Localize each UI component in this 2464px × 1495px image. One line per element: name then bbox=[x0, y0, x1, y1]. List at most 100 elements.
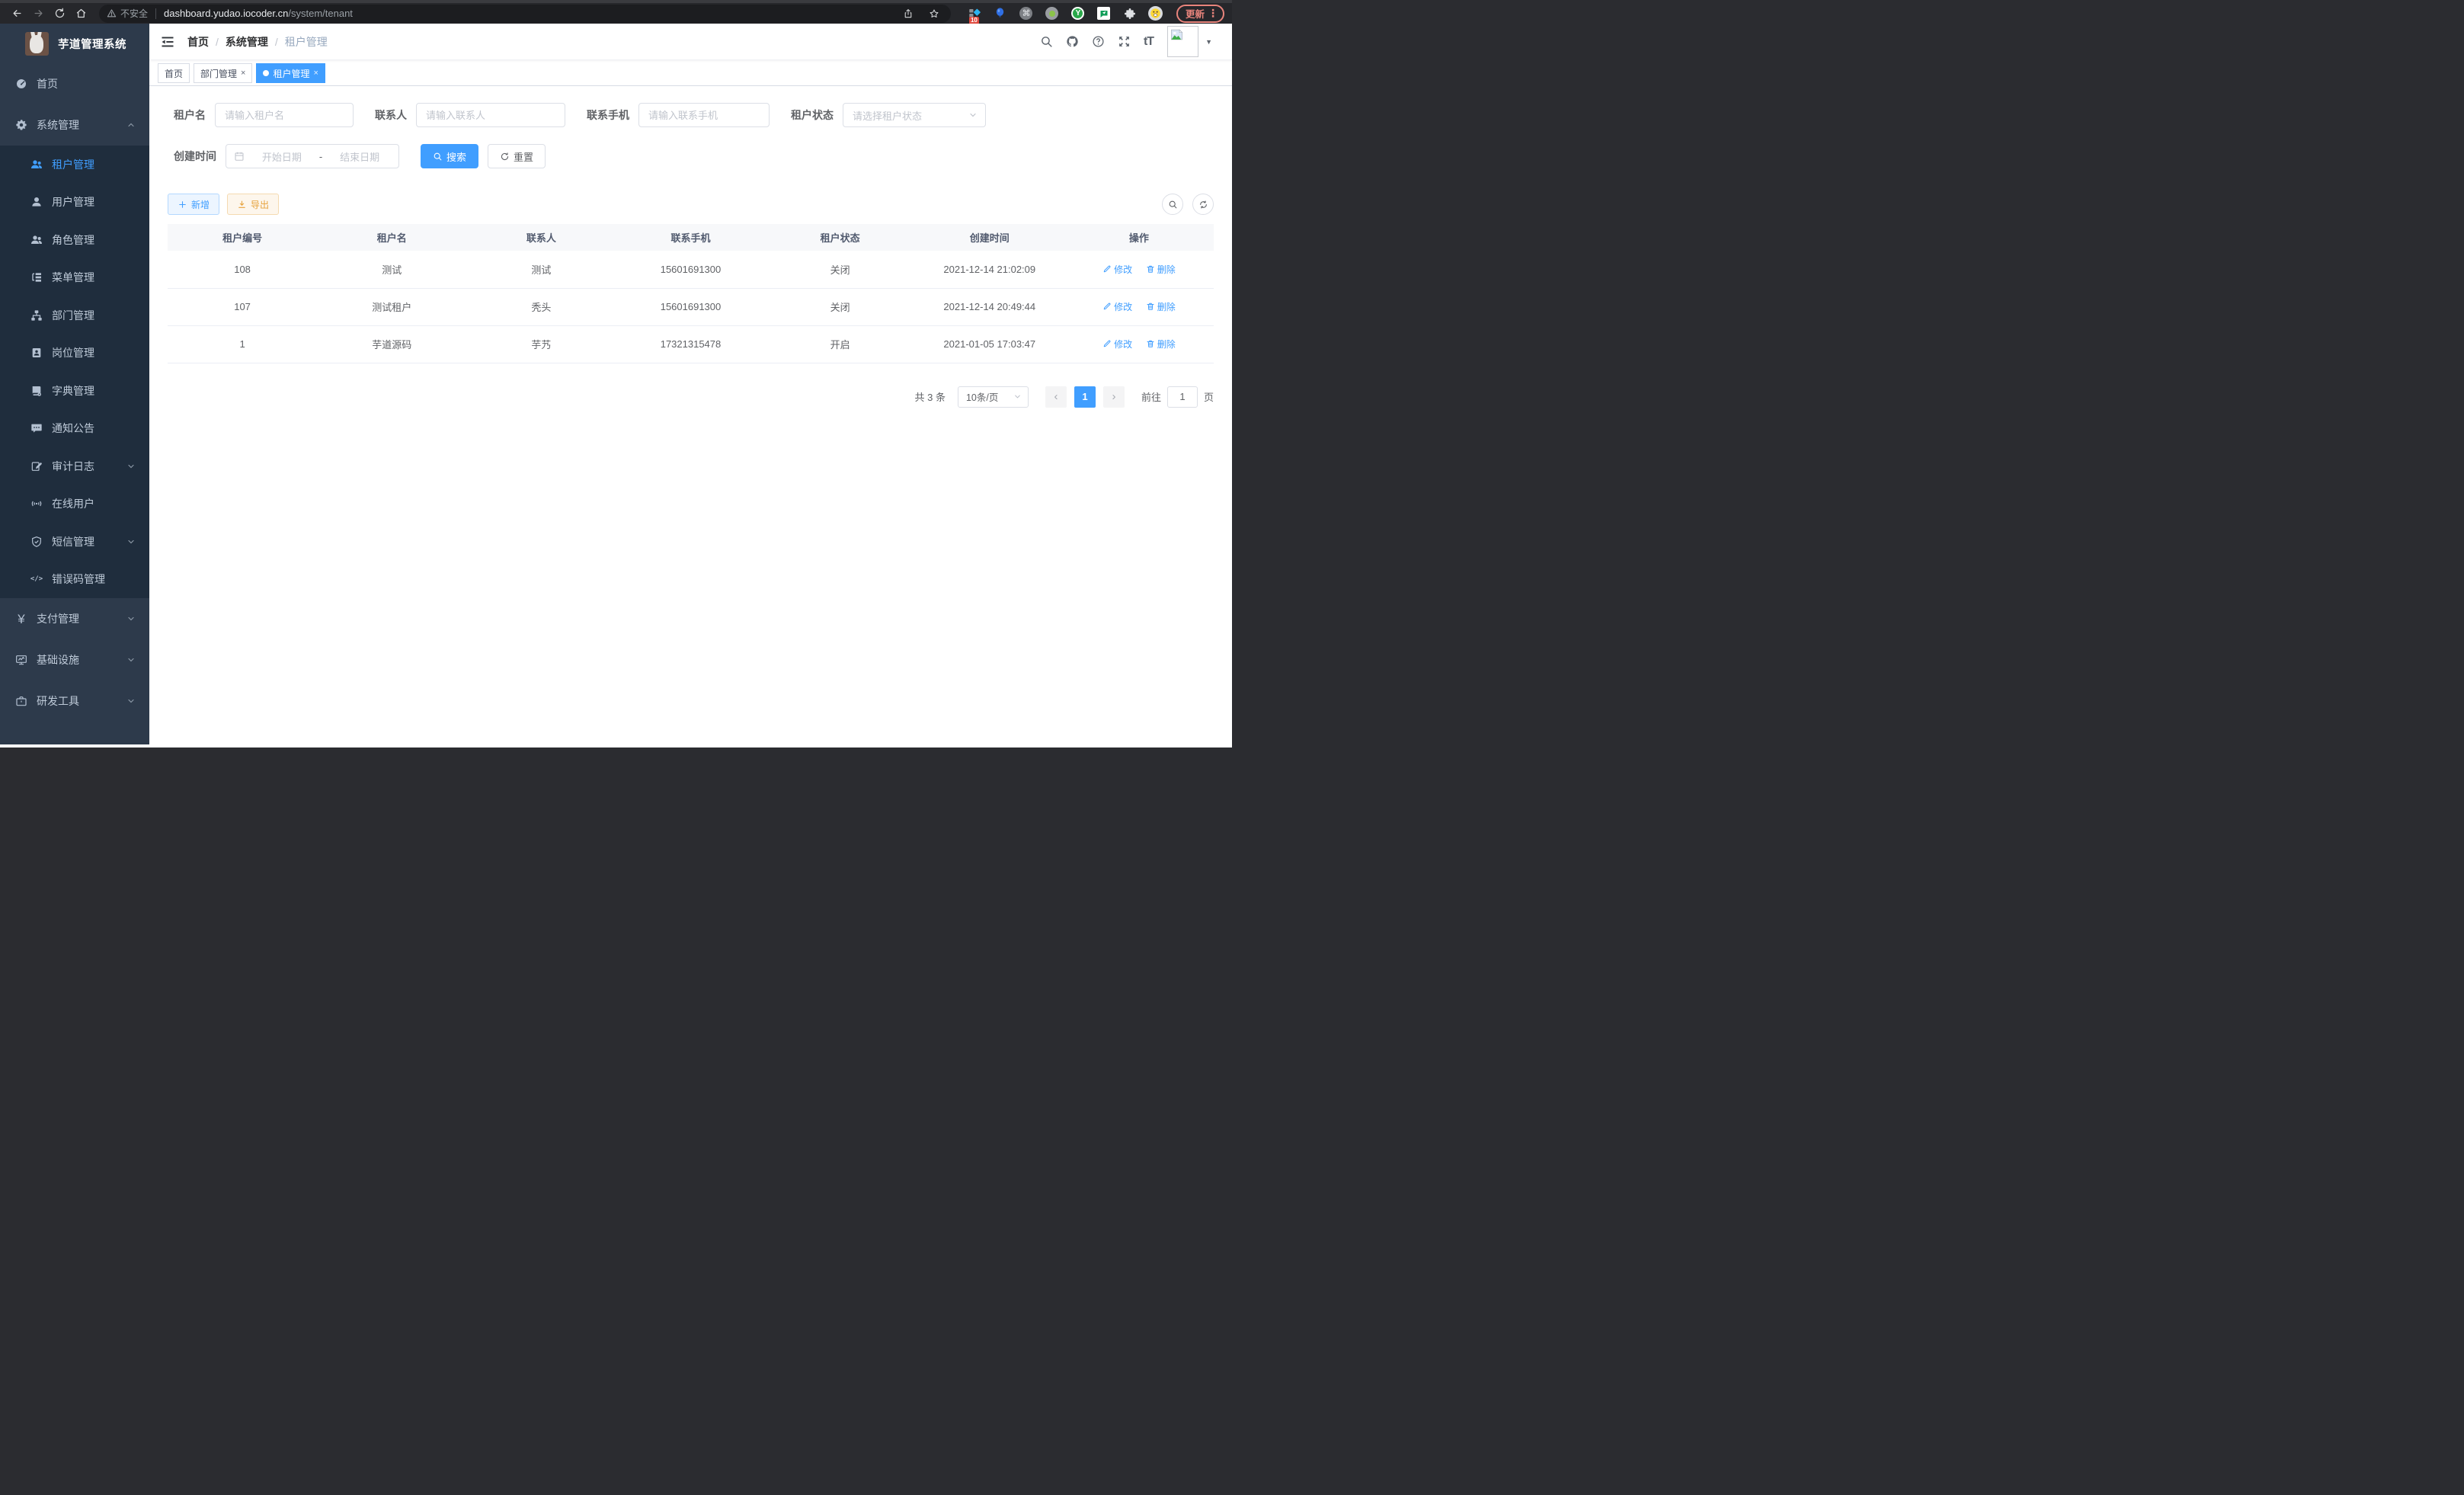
help-icon[interactable] bbox=[1092, 35, 1105, 48]
page-size-select[interactable]: 10条/页 bbox=[958, 386, 1029, 408]
tab-label: 部门管理 bbox=[200, 67, 237, 80]
app-logo[interactable]: 芋道管理系统 bbox=[0, 24, 149, 63]
mobile-input[interactable] bbox=[638, 103, 770, 127]
download-icon bbox=[237, 200, 247, 210]
chevron-down-icon bbox=[126, 655, 136, 664]
column-header: 租户状态 bbox=[766, 224, 915, 251]
goto-page-input[interactable] bbox=[1167, 386, 1198, 408]
extension-tampermonkey-icon[interactable]: 10 bbox=[966, 5, 983, 22]
sidebar-item-label: 错误码管理 bbox=[52, 571, 105, 587]
current-page-button[interactable]: 1 bbox=[1074, 386, 1096, 408]
sidebar-item-notice-announcement[interactable]: 通知公告 bbox=[0, 410, 149, 448]
refresh-table-button[interactable] bbox=[1192, 194, 1214, 215]
tab-tenant-management[interactable]: 租户管理× bbox=[256, 63, 325, 83]
edit-link[interactable]: 修改 bbox=[1102, 263, 1132, 276]
pen-icon bbox=[1102, 264, 1112, 274]
sidebar-item-label: 用户管理 bbox=[52, 194, 94, 210]
extension-balloon-icon[interactable] bbox=[992, 5, 1009, 22]
delete-link[interactable]: 删除 bbox=[1146, 263, 1176, 276]
sidebar-item-home[interactable]: 首页 bbox=[0, 63, 149, 104]
sidebar-item-post-management[interactable]: 岗位管理 bbox=[0, 335, 149, 373]
sidebar-item-dict-management[interactable]: 字典管理 bbox=[0, 372, 149, 410]
show-search-button[interactable] bbox=[1162, 194, 1183, 215]
add-button[interactable]: 新增 bbox=[168, 194, 219, 215]
sidebar-item-menu-management[interactable]: 菜单管理 bbox=[0, 259, 149, 297]
tab-dept-management[interactable]: 部门管理 × bbox=[194, 63, 252, 83]
breadcrumb-home[interactable]: 首页 bbox=[187, 34, 209, 50]
pen-icon bbox=[1102, 302, 1112, 311]
trash-icon bbox=[1146, 302, 1155, 311]
url-text[interactable]: dashboard.yudao.iocoder.cn/system/tenant bbox=[164, 8, 899, 19]
tenant-name-input[interactable] bbox=[215, 103, 354, 127]
font-size-icon[interactable]: tT bbox=[1144, 35, 1154, 49]
github-icon[interactable] bbox=[1066, 35, 1079, 48]
extension-emoji-avatar[interactable] bbox=[1147, 5, 1164, 22]
cell-status: 关闭 bbox=[766, 288, 915, 325]
sidebar-item-user-management[interactable]: 用户管理 bbox=[0, 184, 149, 222]
back-icon[interactable] bbox=[8, 5, 26, 22]
sidebar-item-audit-log[interactable]: 审计日志 bbox=[0, 447, 149, 485]
system-submenu: 租户管理 用户管理 角色管理 菜单管理 部门管理 bbox=[0, 146, 149, 598]
page-unit-label: 页 bbox=[1204, 389, 1214, 404]
tab-home[interactable]: 首页 bbox=[158, 63, 190, 83]
extension-y-icon[interactable]: Y bbox=[1070, 5, 1086, 22]
cell-mobile: 15601691300 bbox=[616, 251, 765, 288]
extension-puzzle-icon[interactable] bbox=[1122, 5, 1138, 22]
search-icon[interactable] bbox=[1040, 35, 1053, 48]
column-header: 联系人 bbox=[466, 224, 616, 251]
table-toolbar: 新增 导出 bbox=[168, 194, 1214, 215]
fullscreen-icon[interactable] bbox=[1118, 35, 1131, 48]
reset-button[interactable]: 重置 bbox=[488, 144, 546, 168]
breadcrumb-system[interactable]: 系统管理 bbox=[226, 34, 268, 50]
export-button[interactable]: 导出 bbox=[227, 194, 279, 215]
sidebar-item-tenant-management[interactable]: 租户管理 bbox=[0, 146, 149, 184]
site-security[interactable]: 不安全 bbox=[107, 7, 148, 20]
sidebar-item-payment-management[interactable]: ¥ 支付管理 bbox=[0, 598, 149, 639]
cell-tenant-id: 107 bbox=[168, 288, 317, 325]
share-icon[interactable] bbox=[899, 5, 917, 22]
extension-dot-icon[interactable] bbox=[1044, 5, 1061, 22]
edit-link[interactable]: 修改 bbox=[1102, 338, 1132, 351]
prev-page-button[interactable]: ‹ bbox=[1045, 386, 1067, 408]
sidebar-item-online-users[interactable]: 在线用户 bbox=[0, 485, 149, 523]
sidebar-item-sms-management[interactable]: 短信管理 bbox=[0, 523, 149, 561]
address-bar[interactable]: 不安全 dashboard.yudao.iocoder.cn/system/te… bbox=[99, 5, 951, 23]
reload-icon[interactable] bbox=[50, 5, 69, 22]
sidebar-fold-icon[interactable] bbox=[160, 34, 175, 50]
edit-link[interactable]: 修改 bbox=[1102, 300, 1132, 313]
chevron-down-icon bbox=[1013, 392, 1022, 401]
chevron-down-icon bbox=[126, 696, 136, 706]
close-icon[interactable]: × bbox=[313, 69, 318, 78]
forward-icon[interactable] bbox=[29, 5, 47, 22]
pagination: 共 3 条 10条/页 ‹ 1 › 前往 页 bbox=[168, 386, 1214, 408]
chevron-up-icon bbox=[126, 120, 136, 130]
column-header: 租户编号 bbox=[168, 224, 317, 251]
mobile-label: 联系手机 bbox=[587, 107, 629, 123]
briefcase-icon bbox=[15, 695, 27, 707]
home-icon[interactable] bbox=[72, 5, 90, 22]
gear-icon bbox=[15, 119, 27, 131]
bookmark-star-icon[interactable] bbox=[925, 5, 943, 22]
search-button[interactable]: 搜索 bbox=[421, 144, 478, 168]
sidebar-item-role-management[interactable]: 角色管理 bbox=[0, 221, 149, 259]
sidebar-item-system-management[interactable]: 系统管理 bbox=[0, 104, 149, 146]
avatar[interactable] bbox=[1167, 26, 1198, 57]
next-page-button[interactable]: › bbox=[1103, 386, 1125, 408]
contact-input[interactable] bbox=[416, 103, 565, 127]
sidebar-item-dev-tools[interactable]: 研发工具 bbox=[0, 680, 149, 722]
delete-link[interactable]: 删除 bbox=[1146, 300, 1176, 313]
sidebar-item-dept-management[interactable]: 部门管理 bbox=[0, 296, 149, 335]
sidebar-item-label: 短信管理 bbox=[52, 534, 94, 549]
chevron-down-icon[interactable]: ▼ bbox=[1205, 38, 1212, 46]
cell-tenant-id: 108 bbox=[168, 251, 317, 288]
sidebar-item-error-code-management[interactable]: </> 错误码管理 bbox=[0, 561, 149, 599]
close-icon[interactable]: × bbox=[241, 69, 245, 78]
tenant-status-select[interactable]: 请选择租户状态 bbox=[843, 103, 986, 127]
sidebar-item-infrastructure[interactable]: 基础设施 bbox=[0, 639, 149, 680]
delete-link[interactable]: 删除 bbox=[1146, 338, 1176, 351]
date-range-picker[interactable]: 开始日期 - 结束日期 bbox=[226, 144, 399, 168]
update-button[interactable]: 更新 ⋮ bbox=[1176, 5, 1224, 23]
extension-chat-icon[interactable] bbox=[1096, 5, 1112, 22]
kebab-menu-icon[interactable]: ⋮ bbox=[1208, 7, 1218, 20]
extension-command-icon[interactable]: ⌘ bbox=[1018, 5, 1035, 22]
